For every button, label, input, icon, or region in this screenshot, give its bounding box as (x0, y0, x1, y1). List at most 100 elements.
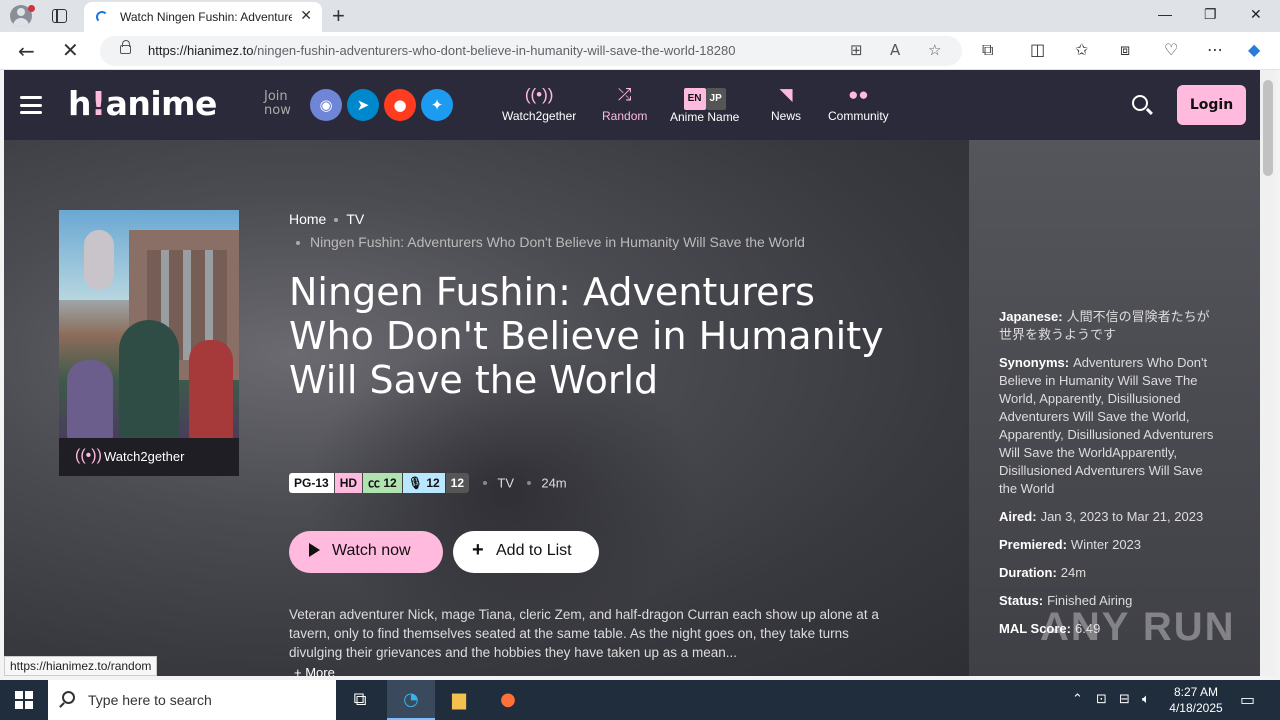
show-hidden-icons-icon[interactable]: ⌃ (1072, 692, 1083, 707)
nav-random[interactable]: ⤮ Random (602, 85, 647, 123)
volume-icon[interactable]: 🔈︎ (1142, 692, 1150, 707)
info-synonyms: Synonyms: Adventurers Who Don't Believe i… (999, 355, 1214, 496)
play-icon (309, 543, 320, 557)
web-page: h!anime Join now ◉ ➤ ● ✦ ((•)) Watch2get… (4, 70, 1260, 676)
taskbar-search-placeholder: Type here to search (88, 692, 212, 708)
search-icon[interactable] (1132, 95, 1148, 111)
rating-badge: PG-13 (289, 473, 334, 493)
tab-actions-icon[interactable] (52, 9, 67, 23)
language-toggle[interactable]: EN JP (670, 86, 739, 110)
discord-icon[interactable]: ◉ (310, 89, 342, 121)
url-text[interactable]: https://hianimez.to/ningen-fushin-advent… (148, 43, 735, 58)
extensions-icon[interactable]: ⧉ (982, 40, 993, 60)
copilot-icon[interactable]: ◆ (1248, 40, 1260, 59)
anime-info-list: Japanese: 人間不信の冒険者たちが世界を救うようです Synonyms: A… (999, 308, 1214, 648)
taskbar-search-box[interactable]: Type here to search (48, 680, 336, 720)
read-aloud-icon[interactable]: A (890, 41, 900, 59)
lang-jp[interactable]: JP (705, 88, 726, 110)
add-to-list-button[interactable]: + Add to List (453, 531, 599, 573)
firefox-icon[interactable]: ● (484, 680, 532, 720)
twitter-icon[interactable]: ✦ (421, 89, 453, 121)
clock-date: 4/18/2025 (1169, 701, 1223, 715)
mic-icon: 🎙︎ (407, 476, 427, 490)
premiered-link[interactable]: Winter 2023 (1071, 537, 1141, 552)
anime-type: TV (497, 475, 514, 491)
ethernet-icon[interactable]: ⊟ (1119, 692, 1130, 707)
nav-news-label: News (771, 109, 802, 123)
lock-icon[interactable] (120, 40, 131, 54)
file-explorer-icon[interactable]: ▆ (435, 680, 483, 720)
poster-watch2gether-button[interactable]: ((•)) Watch2gether (59, 438, 239, 476)
broadcast-icon: ((•)) (75, 447, 102, 464)
sub-count-badge: ㏄ 12 (363, 473, 402, 493)
info-aired: Aired: Jan 3, 2023 to Mar 21, 2023 (999, 509, 1204, 524)
watch-now-button[interactable]: Watch now (289, 531, 443, 573)
episode-count-badge: 12 (445, 473, 470, 493)
windows-start-icon[interactable] (15, 691, 33, 709)
status-bar-url: https://hianimez.to/random (4, 656, 158, 676)
search-icon (62, 691, 75, 704)
page-scrollbar[interactable] (1260, 70, 1276, 676)
menu-icon[interactable] (20, 96, 42, 114)
more-link[interactable]: + More (294, 665, 335, 676)
loading-spinner-icon (96, 11, 108, 23)
reddit-icon[interactable]: ● (384, 89, 416, 121)
site-logo[interactable]: h!anime (68, 84, 217, 123)
notifications-icon[interactable]: ▭ (1240, 690, 1255, 709)
breadcrumb-tv[interactable]: TV (346, 211, 364, 227)
nav-random-label: Random (602, 109, 648, 123)
network-icon[interactable]: ⊡ (1096, 692, 1107, 707)
app-available-icon[interactable]: ⊞ (850, 41, 863, 59)
nav-anime-name-label: Anime Name (670, 110, 740, 124)
new-tab-icon[interactable]: + (332, 3, 345, 29)
shuffle-icon: ⤮ (617, 85, 632, 104)
info-premiered: Premiered: Winter 2023 (999, 537, 1142, 552)
close-window-icon[interactable]: ✕ (1250, 6, 1262, 23)
taskbar-clock[interactable]: 8:27 AM 4/18/2025 (1164, 684, 1228, 716)
profile-notification-dot (28, 5, 35, 12)
clock-time: 8:27 AM (1173, 685, 1219, 699)
breadcrumb: Home TV (289, 211, 364, 227)
login-button[interactable]: Login (1177, 85, 1246, 125)
browser-essentials-icon[interactable]: ♡ (1164, 40, 1178, 59)
anime-description: Veteran adventurer Nick, mage Tiana, cle… (289, 607, 879, 660)
favorite-star-icon[interactable]: ☆ (928, 41, 941, 59)
nav-watch2gether[interactable]: ((•)) Watch2gether (502, 85, 576, 123)
edge-taskbar-icon[interactable]: ◔ (387, 680, 435, 720)
telegram-icon[interactable]: ➤ (347, 89, 379, 121)
lang-en[interactable]: EN (683, 88, 706, 110)
browser-tab-bar: Watch Ningen Fushin: Adventurers Who Don… (0, 0, 1280, 32)
close-tab-icon[interactable]: ✕ (300, 8, 312, 24)
task-view-icon[interactable]: ⧉ (336, 680, 384, 720)
info-japanese: Japanese: 人間不信の冒険者たちが世界を救うようです (999, 309, 1210, 342)
collections-icon[interactable]: ⧈ (1120, 40, 1130, 60)
cc-icon: ㏄ (368, 476, 384, 490)
split-screen-icon[interactable]: ◫ (1030, 40, 1045, 59)
info-duration: Duration: 24m (999, 565, 1087, 580)
browser-tab[interactable]: Watch Ningen Fushin: Adventurers Who Don… (84, 2, 322, 32)
windows-taskbar: Type here to search ⧉ ◔ ▆ ● ⌃ ⊡ ⊟ 🔈︎ 8:2… (0, 680, 1280, 720)
nav-anime-name[interactable]: EN JP Anime Name (670, 85, 739, 124)
favorites-icon[interactable]: ✩ (1075, 40, 1088, 59)
anime-tags: PG-13 HD ㏄ 12 🎙︎ 12 12 TV 24m (289, 473, 567, 495)
breadcrumb-current: Ningen Fushin: Adventurers Who Don't Bel… (296, 234, 805, 250)
site-header: h!anime Join now ◉ ➤ ● ✦ ((•)) Watch2get… (4, 70, 1260, 140)
add-to-list-label: Add to List (496, 542, 572, 559)
anyrun-watermark: ANY RUN (1040, 605, 1236, 649)
restore-icon[interactable]: ❐ (1204, 6, 1217, 23)
poster-watch2gether-label: Watch2gether (104, 449, 185, 464)
address-bar[interactable]: https://hianimez.to/ningen-fushin-advent… (100, 36, 962, 66)
anime-poster (59, 210, 239, 438)
anime-title: Ningen Fushin: Adventurers Who Don't Bel… (289, 270, 884, 402)
tab-title: Watch Ningen Fushin: Adventurers Who Don… (120, 10, 292, 24)
nav-community[interactable]: ●● Community (828, 85, 889, 123)
nav-news[interactable]: ◥ News (771, 85, 801, 123)
scrollbar-thumb[interactable] (1263, 80, 1273, 176)
minimize-icon[interactable]: — (1158, 6, 1172, 22)
dub-count-badge: 🎙︎ 12 (402, 473, 445, 493)
breadcrumb-home[interactable]: Home (289, 211, 326, 227)
nav-watch2gether-label: Watch2gether (502, 109, 577, 123)
stop-loading-icon[interactable]: ✕ (62, 38, 79, 62)
back-icon[interactable]: ← (18, 39, 35, 63)
settings-more-icon[interactable]: ⋯ (1207, 40, 1223, 59)
